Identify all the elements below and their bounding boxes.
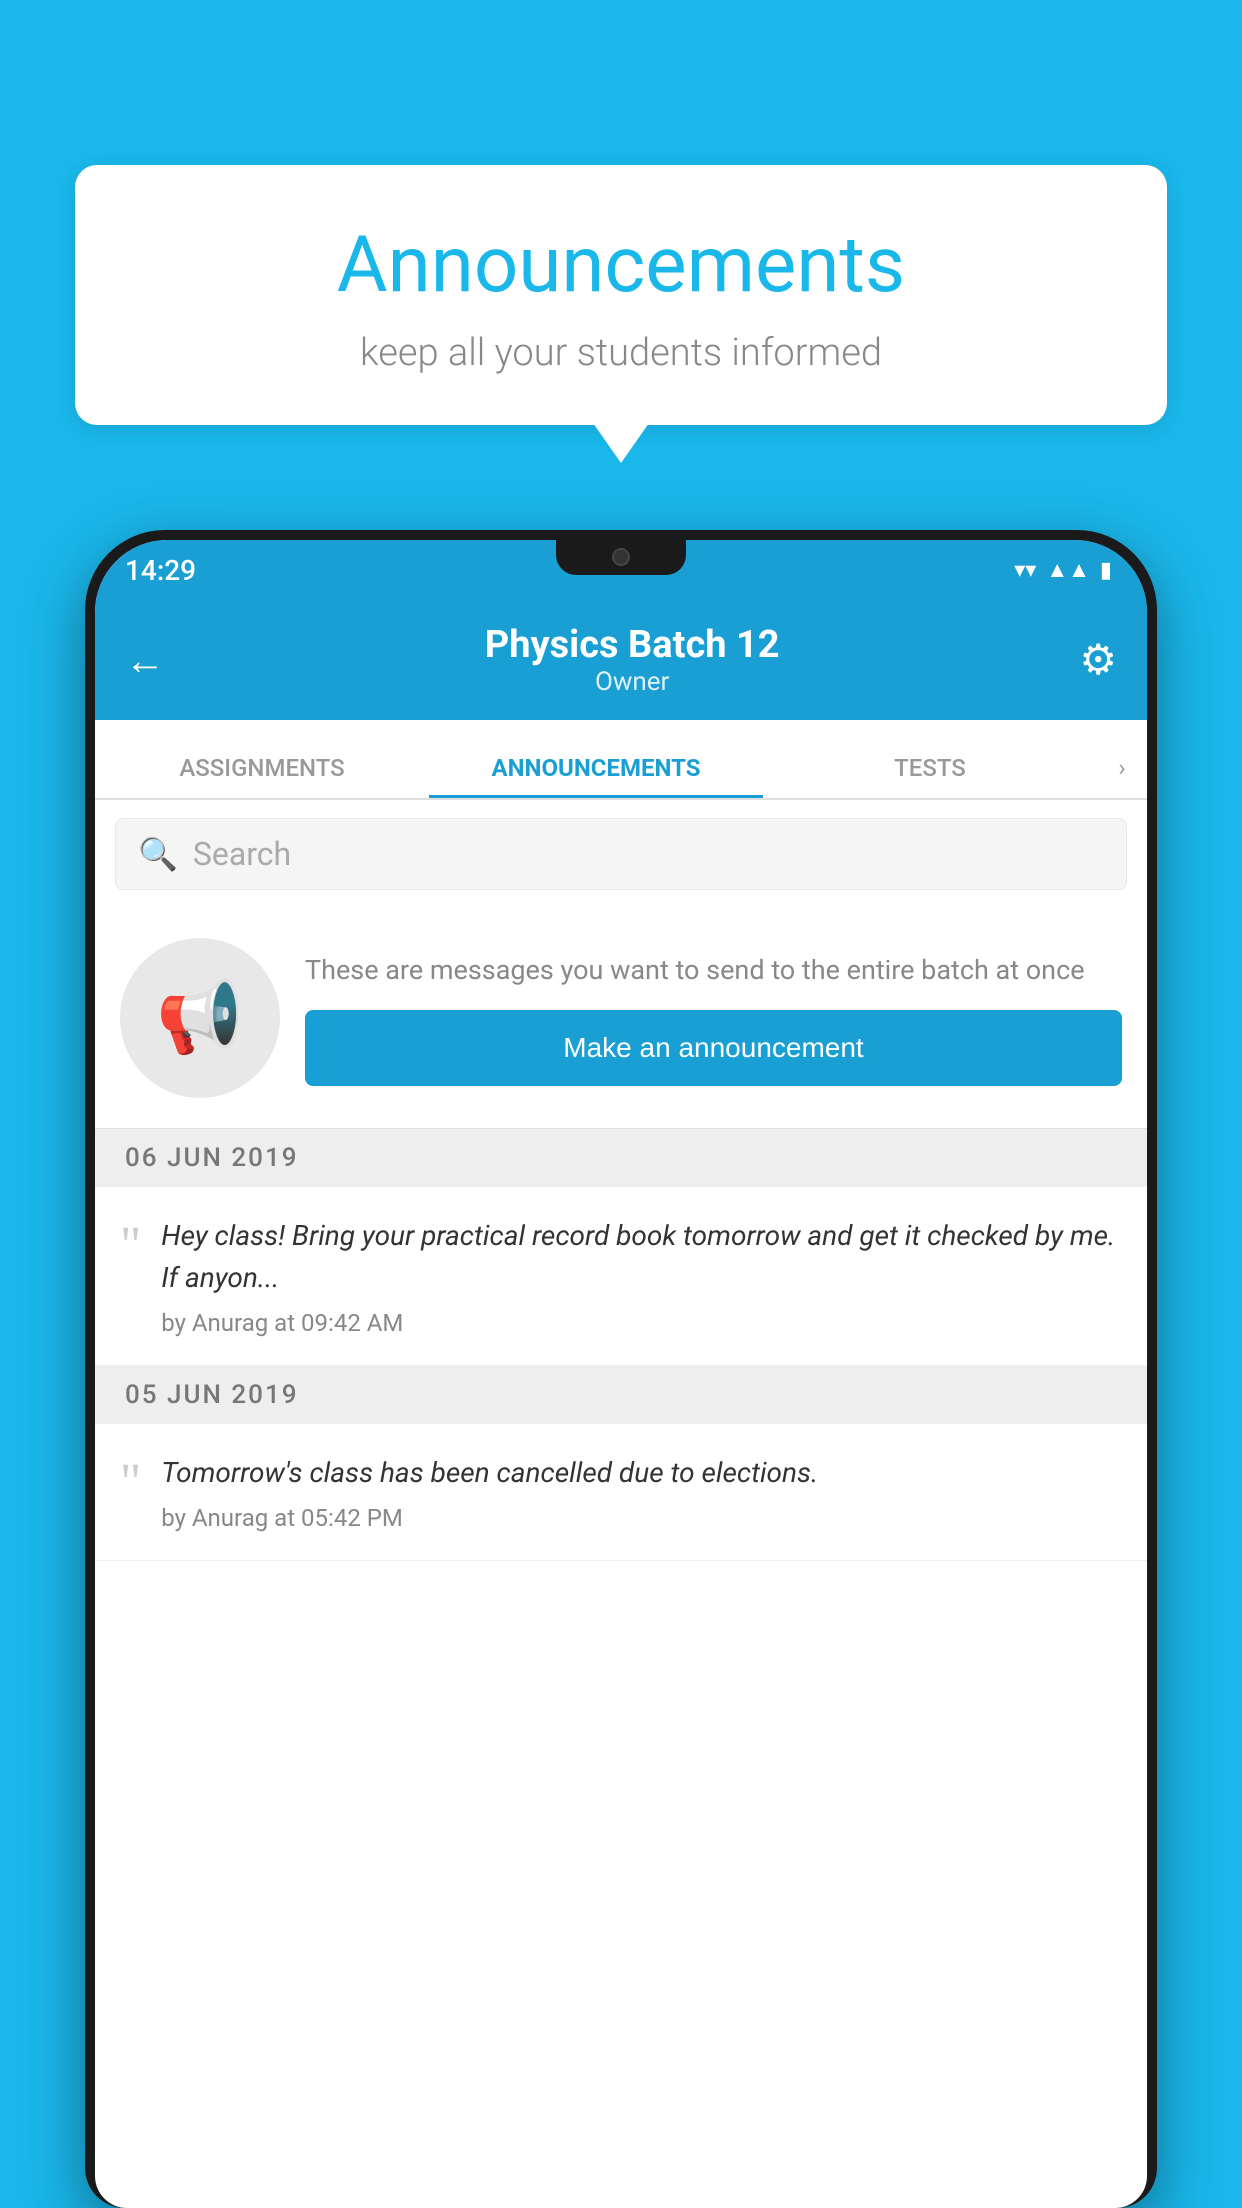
announcement-item-1[interactable]: " Hey class! Bring your practical record… [95, 1187, 1147, 1366]
date-separator-1: 06 JUN 2019 [95, 1129, 1147, 1187]
announcement-text-1: Hey class! Bring your practical record b… [161, 1215, 1122, 1299]
announcement-item-2[interactable]: " Tomorrow's class has been cancelled du… [95, 1424, 1147, 1561]
megaphone-icon: 📢 [156, 977, 243, 1059]
announcement-content-2: Tomorrow's class has been cancelled due … [161, 1452, 1122, 1532]
signal-icon: ▲▲ [1046, 557, 1090, 583]
date-separator-2: 05 JUN 2019 [95, 1366, 1147, 1424]
tab-tests[interactable]: TESTS [763, 754, 1097, 798]
wifi-icon: ▾▾ [1014, 558, 1036, 583]
announcement-text-2: Tomorrow's class has been cancelled due … [161, 1452, 1122, 1494]
quote-icon-1: " [120, 1220, 141, 1272]
promo-icon-circle: 📢 [120, 938, 280, 1098]
settings-icon[interactable]: ⚙ [1079, 635, 1117, 685]
bubble-subtitle: keep all your students informed [135, 331, 1107, 375]
app-bar-title: Physics Batch 12 [185, 623, 1079, 667]
app-bar-subtitle: Owner [185, 667, 1079, 697]
announcement-meta-2: by Anurag at 05:42 PM [161, 1504, 1122, 1532]
search-placeholder: Search [193, 835, 291, 873]
search-icon: 🔍 [138, 835, 178, 873]
promo-description: These are messages you want to send to t… [305, 950, 1122, 991]
announcement-meta-1: by Anurag at 09:42 AM [161, 1309, 1122, 1337]
phone-screen: 14:29 ▾▾ ▲▲ ▮ ← Physics Batch 12 Owner ⚙… [95, 540, 1147, 2208]
app-bar: ← Physics Batch 12 Owner ⚙ [95, 600, 1147, 720]
make-announcement-button[interactable]: Make an announcement [305, 1010, 1122, 1086]
search-container: 🔍 Search [95, 800, 1147, 908]
bubble-title: Announcements [135, 220, 1107, 311]
back-button[interactable]: ← [125, 637, 165, 684]
phone-notch [556, 540, 686, 575]
speech-bubble-card: Announcements keep all your students inf… [75, 165, 1167, 425]
battery-icon: ▮ [1100, 558, 1112, 583]
tab-more[interactable]: › [1097, 754, 1147, 798]
status-time: 14:29 [125, 554, 196, 587]
search-bar[interactable]: 🔍 Search [115, 818, 1127, 890]
tab-assignments[interactable]: ASSIGNMENTS [95, 754, 429, 798]
promo-content: These are messages you want to send to t… [305, 950, 1122, 1087]
front-camera [612, 548, 630, 566]
announcement-content-1: Hey class! Bring your practical record b… [161, 1215, 1122, 1337]
phone-frame: 14:29 ▾▾ ▲▲ ▮ ← Physics Batch 12 Owner ⚙… [85, 530, 1157, 2208]
announcement-promo: 📢 These are messages you want to send to… [95, 908, 1147, 1129]
quote-icon-2: " [120, 1457, 141, 1509]
app-bar-title-section: Physics Batch 12 Owner [185, 623, 1079, 697]
tab-bar: ASSIGNMENTS ANNOUNCEMENTS TESTS › [95, 720, 1147, 800]
status-icons: ▾▾ ▲▲ ▮ [1014, 557, 1112, 583]
tab-announcements[interactable]: ANNOUNCEMENTS [429, 754, 763, 798]
speech-bubble-section: Announcements keep all your students inf… [75, 165, 1167, 425]
